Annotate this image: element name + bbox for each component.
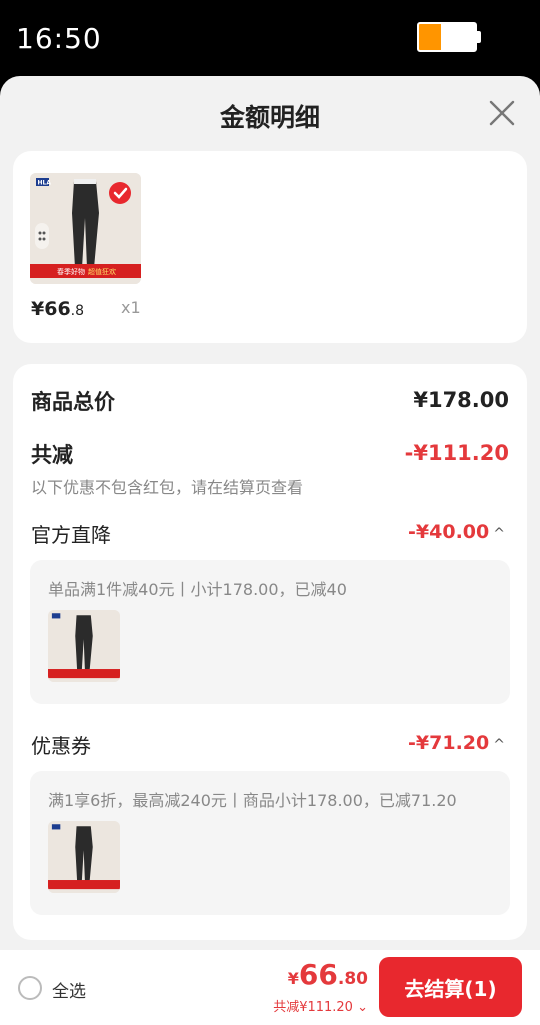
official-discount-detail: 单品满1件减40元丨小计178.00，已减40: [30, 560, 510, 704]
product-thumbnail[interactable]: HLA 春季好物 超值狂欢: [30, 173, 141, 284]
checkout-button[interactable]: 去结算(1): [379, 957, 522, 1017]
select-all-radio[interactable]: [18, 976, 42, 1000]
chevron-up-icon: ^: [493, 526, 505, 542]
product-image: [48, 821, 120, 893]
checkout-bar: 全选 ¥66.80 共减¥111.20 ⌄ 去结算(1): [0, 950, 540, 1025]
discount-product-thumbnail[interactable]: [48, 610, 120, 682]
battery-icon: [417, 22, 477, 52]
select-all-label[interactable]: 全选: [52, 977, 86, 1002]
amount-detail-sheet: 金额明细 HLA 春季好物 超值狂欢 ¥66.8 x1 商品总价 ¥178.00…: [0, 76, 540, 1025]
coupon-toggle[interactable]: -¥71.20 ^: [408, 732, 505, 754]
coupon-label: 优惠券: [31, 734, 91, 758]
close-icon[interactable]: [488, 99, 516, 127]
official-discount-value: -¥40.00: [408, 521, 490, 543]
chevron-down-icon: ⌄: [357, 1000, 368, 1015]
sheet-title: 金额明细: [219, 103, 320, 132]
sheet-header: 金额明细: [0, 76, 540, 150]
coupon-detail-text: 满1享6折，最高减240元丨商品小计178.00，已减71.20: [48, 791, 457, 810]
total-price-label: 商品总价: [31, 390, 115, 414]
total-payable: ¥66.80: [287, 958, 368, 991]
chevron-up-icon: ^: [493, 737, 505, 753]
svg-text:春季好物: 春季好物: [57, 267, 85, 276]
battery-nub: [477, 31, 481, 43]
status-bar: 16:50: [0, 0, 540, 76]
total-reduce-label: 共减: [31, 443, 73, 467]
price-breakdown-card: 商品总价 ¥178.00 共减 -¥111.20 以下优惠不包含红包，请在结算页…: [13, 364, 527, 940]
total-price-value: ¥178.00: [413, 388, 509, 412]
coupon-value: -¥71.20: [408, 732, 490, 754]
official-discount-toggle[interactable]: -¥40.00 ^: [408, 521, 505, 543]
product-image: HLA 春季好物 超值狂欢: [30, 173, 141, 284]
product-card: HLA 春季好物 超值狂欢 ¥66.8 x1: [13, 151, 527, 343]
product-price: ¥66.8: [31, 298, 85, 320]
discount-note: 以下优惠不包含红包，请在结算页查看: [31, 478, 304, 497]
clock: 16:50: [16, 22, 102, 55]
total-reduce-value: -¥111.20: [404, 441, 509, 465]
product-image: [48, 610, 120, 682]
product-quantity: x1: [121, 298, 141, 317]
official-discount-label: 官方直降: [31, 523, 111, 547]
svg-text:超值狂欢: 超值狂欢: [88, 267, 116, 276]
brand-logo: HLA: [38, 180, 52, 187]
coupon-product-thumbnail[interactable]: [48, 821, 120, 893]
total-reduce-summary[interactable]: 共减¥111.20 ⌄: [273, 996, 368, 1015]
coupon-detail: 满1享6折，最高减240元丨商品小计178.00，已减71.20: [30, 771, 510, 915]
official-discount-detail-text: 单品满1件减40元丨小计178.00，已减40: [48, 580, 347, 599]
